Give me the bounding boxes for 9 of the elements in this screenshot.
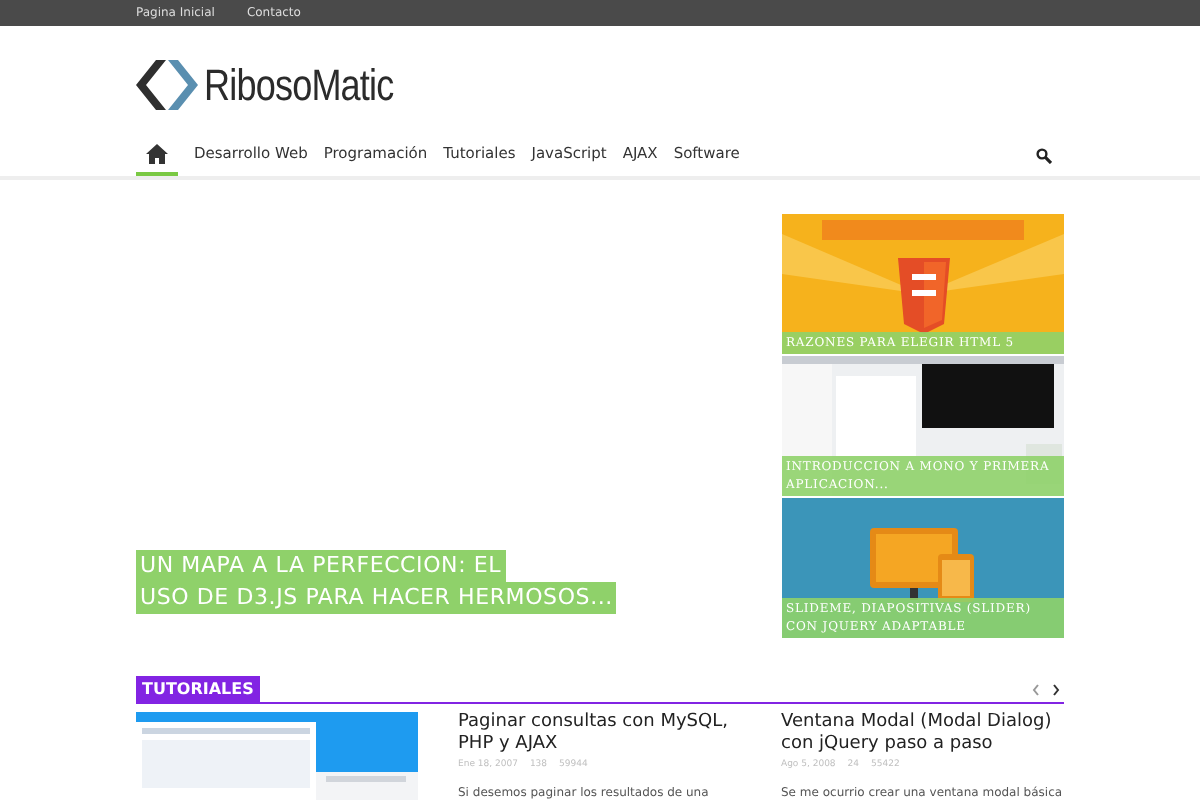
logo-icon [136,60,198,110]
logo-text: RibosoMatic [204,63,394,107]
next-icon[interactable] [1052,684,1060,696]
post-title[interactable]: Paginar consultas con MySQL, PHP y AJAX [458,712,741,756]
search-icon[interactable] [1036,147,1052,163]
post-title[interactable]: Ventana Modal (Modal Dialog) con jQuery paso a paso [781,712,1064,756]
home-icon [146,143,168,163]
section-title: TUTORIALES [136,676,260,702]
prev-icon[interactable] [1032,684,1040,696]
